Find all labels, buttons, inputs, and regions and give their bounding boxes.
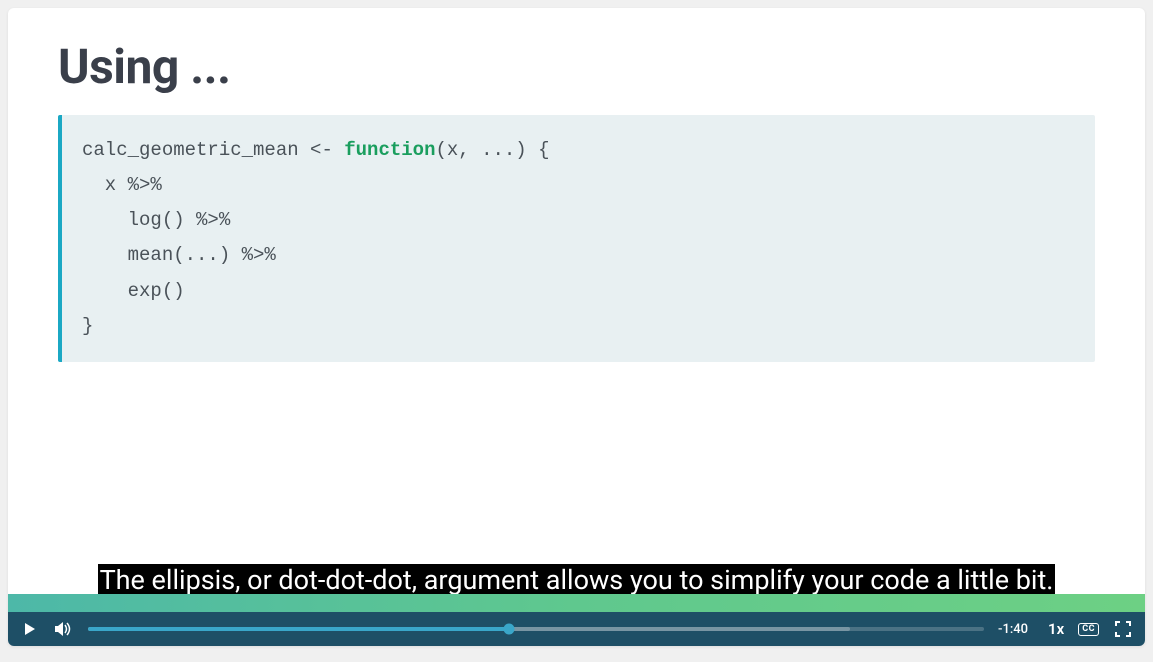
fullscreen-button[interactable] xyxy=(1113,619,1133,639)
volume-icon xyxy=(55,621,73,637)
slide-title: Using ... xyxy=(58,38,1095,95)
play-icon xyxy=(23,622,37,636)
code-line: mean(...) %>% xyxy=(82,238,1075,273)
subtitle-text: The ellipsis, or dot-dot-dot, argument a… xyxy=(98,564,1056,596)
code-text: calc_geometric_mean <- xyxy=(82,139,344,161)
code-line: log() %>% xyxy=(82,203,1075,238)
captions-toggle[interactable]: CC xyxy=(1078,623,1099,636)
video-slide: Using ... calc_geometric_mean <- functio… xyxy=(8,8,1145,646)
code-line: x %>% xyxy=(82,168,1075,203)
progress-thumb[interactable] xyxy=(504,624,515,635)
progress-bar[interactable] xyxy=(88,627,984,631)
time-remaining: -1:40 xyxy=(998,622,1034,637)
code-line: calc_geometric_mean <- function(x, ...) … xyxy=(82,133,1075,168)
code-line: } xyxy=(82,309,1075,344)
subtitle-container: The ellipsis, or dot-dot-dot, argument a… xyxy=(8,563,1145,598)
code-block: calc_geometric_mean <- function(x, ...) … xyxy=(58,115,1095,362)
code-text: (x, ...) { xyxy=(435,139,549,161)
video-controls: -1:40 1x CC xyxy=(8,612,1145,646)
volume-button[interactable] xyxy=(54,619,74,639)
fullscreen-icon xyxy=(1115,621,1131,637)
play-button[interactable] xyxy=(20,619,40,639)
slide-content: Using ... calc_geometric_mean <- functio… xyxy=(8,8,1145,392)
code-keyword: function xyxy=(344,139,435,161)
playback-speed[interactable]: 1x xyxy=(1048,620,1064,638)
progress-played xyxy=(88,627,509,631)
code-line: exp() xyxy=(82,274,1075,309)
